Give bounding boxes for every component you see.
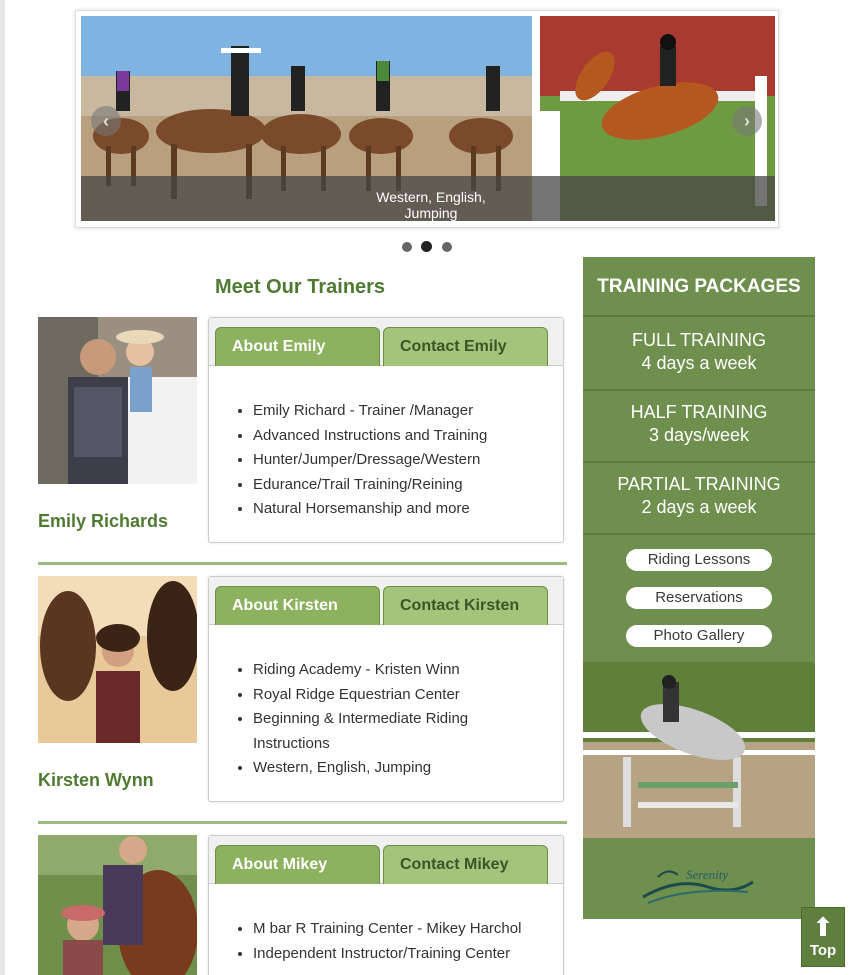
tab-contact-mikey[interactable]: Contact Mikey xyxy=(383,845,548,884)
package-name: PARTIAL TRAINING xyxy=(617,474,781,494)
trainer-photo-kirsten xyxy=(38,576,197,743)
emily-bullet-list: Emily Richard - Trainer /Manager Advance… xyxy=(253,399,487,522)
reservations-link[interactable]: Reservations xyxy=(626,587,772,609)
tab-contact-emily[interactable]: Contact Emily xyxy=(383,327,548,366)
tab-row: About Mikey Contact Mikey xyxy=(209,836,563,884)
meet-trainers-heading: Meet Our Trainers xyxy=(215,276,386,298)
slider-dot-1[interactable] xyxy=(402,242,412,252)
slider-dots xyxy=(402,241,454,254)
trainer-panel-kirsten: About Kirsten Contact Kirsten Riding Aca… xyxy=(208,576,564,802)
arrow-up-icon: ⬆ xyxy=(812,912,834,942)
package-half-training[interactable]: HALF TRAINING 3 days/week xyxy=(583,391,815,463)
slide-caption: Western, English, Jumping xyxy=(376,189,486,221)
list-item: Western, English, Jumping xyxy=(253,756,468,781)
kirsten-bullet-list: Riding Academy - Kristen Winn Royal Ridg… xyxy=(253,658,468,781)
list-item: Natural Horsemanship and more xyxy=(253,497,487,522)
image-slider: Western, English, Jumping ‹ › xyxy=(75,10,779,228)
trainer-divider xyxy=(38,821,567,824)
mikey-bullet-list: M bar R Training Center - Mikey Harchol … xyxy=(253,917,521,966)
slider-dot-2[interactable] xyxy=(421,241,432,252)
tab-about-mikey[interactable]: About Mikey xyxy=(215,845,380,884)
top-label: Top xyxy=(809,942,837,959)
chevron-right-icon[interactable]: › xyxy=(732,106,762,136)
package-partial-training[interactable]: PARTIAL TRAINING 2 days a week xyxy=(583,463,815,535)
logo-text: Serenity xyxy=(686,867,728,882)
trainer-photo-emily xyxy=(38,317,197,484)
tab-row: About Kirsten Contact Kirsten xyxy=(209,577,563,625)
back-to-top-button[interactable]: ⬆ Top xyxy=(801,907,845,967)
list-item: Beginning & Intermediate Riding xyxy=(253,707,468,732)
slider-dot-3[interactable] xyxy=(442,242,452,252)
list-item: Riding Academy - Kristen Winn xyxy=(253,658,468,683)
trainer-card-mikey: About Mikey Contact Mikey M bar R Traini… xyxy=(38,835,568,975)
list-item: Edurance/Trail Training/Reining xyxy=(253,473,487,498)
list-item: Advanced Instructions and Training xyxy=(253,424,487,449)
package-detail: 3 days/week xyxy=(648,425,750,445)
trainer-card-emily: Emily Richards About Emily Contact Emily… xyxy=(38,317,568,547)
sidebar-title: TRAINING PACKAGES xyxy=(583,257,815,317)
tab-about-emily[interactable]: About Emily xyxy=(215,327,380,366)
list-item: Instructions xyxy=(253,734,330,752)
list-item: Emily Richard - Trainer /Manager xyxy=(253,399,487,424)
photo-gallery-link[interactable]: Photo Gallery xyxy=(626,625,772,647)
trainer-panel-mikey: About Mikey Contact Mikey M bar R Traini… xyxy=(208,835,564,975)
tab-about-kirsten[interactable]: About Kirsten xyxy=(215,586,380,625)
package-name: HALF TRAINING xyxy=(630,402,768,422)
trainer-name-emily: Emily Richards xyxy=(38,511,169,531)
package-detail: 4 days a week xyxy=(641,353,757,373)
riding-lessons-link[interactable]: Riding Lessons xyxy=(626,549,772,571)
package-detail: 2 days a week xyxy=(641,497,757,517)
list-item: Hunter/Jumper/Dressage/Western xyxy=(253,448,487,473)
trainer-name-kirsten: Kirsten Wynn xyxy=(38,770,154,790)
trainer-card-kirsten: Kirsten Wynn About Kirsten Contact Kirst… xyxy=(38,576,568,806)
trainer-panel-emily: About Emily Contact Emily Emily Richard … xyxy=(208,317,564,543)
package-full-training[interactable]: FULL TRAINING 4 days a week xyxy=(583,319,815,391)
slide-caption-bar: Western, English, Jumping xyxy=(81,176,775,221)
list-item: Independent Instructor/Training Center xyxy=(253,942,521,967)
trainer-divider xyxy=(38,562,567,565)
tab-row: About Emily Contact Emily xyxy=(209,318,563,366)
chevron-left-icon[interactable]: ‹ xyxy=(91,106,121,136)
tab-contact-kirsten[interactable]: Contact Kirsten xyxy=(383,586,548,625)
list-item: Royal Ridge Equestrian Center xyxy=(253,683,468,708)
sidebar-jumping-photo xyxy=(583,662,815,838)
serenity-logo: Serenity xyxy=(638,857,758,912)
trainer-photo-mikey xyxy=(38,835,197,975)
list-item: M bar R Training Center - Mikey Harchol xyxy=(253,917,521,942)
package-name: FULL TRAINING xyxy=(631,330,767,350)
training-packages-sidebar: TRAINING PACKAGES FULL TRAINING 4 days a… xyxy=(583,257,815,919)
